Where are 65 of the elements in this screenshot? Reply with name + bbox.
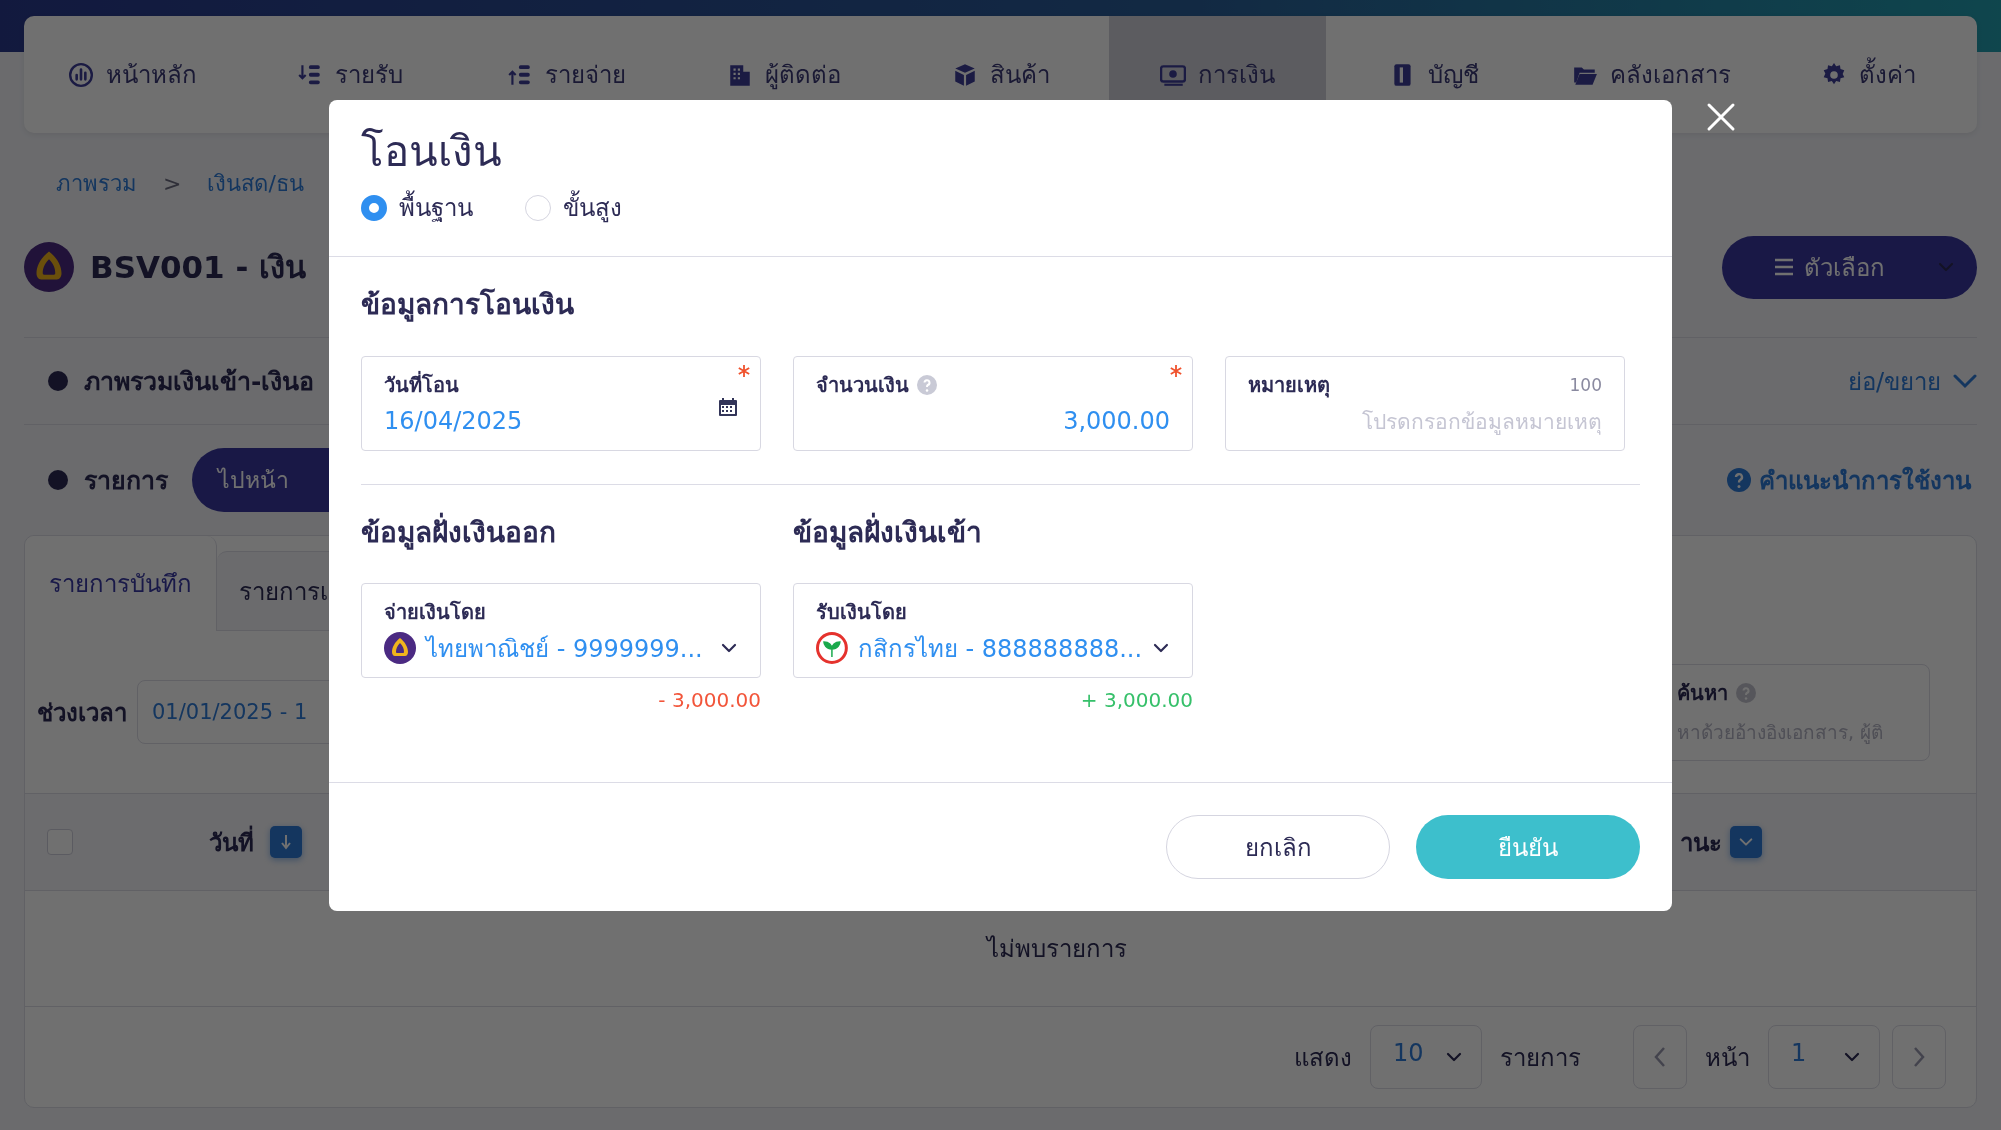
help-icon — [1736, 682, 1756, 703]
logo-icon — [384, 632, 416, 664]
field-value: 3,000.00 — [1063, 407, 1170, 435]
field-label: รับเงินโดย — [816, 599, 908, 626]
page-select[interactable]: 1 — [1768, 1025, 1880, 1089]
section-title: ข้อมูลการโอนเงิน — [361, 287, 575, 323]
column-header: านะ — [1680, 827, 1722, 859]
radio-button[interactable] — [361, 194, 387, 221]
field-value: ไทยพาณิชย์ - 9999999... — [426, 633, 703, 665]
field-label: หมายเหตุ — [1248, 372, 1330, 400]
nav-tab[interactable]: หน้าหลัก — [24, 16, 241, 133]
field-value: กสิกรไทย - 888888888... — [857, 633, 1143, 665]
calendar-icon — [718, 397, 738, 417]
pagination-label: หน้า — [1705, 1042, 1750, 1074]
chart-icon — [68, 61, 94, 88]
cancel-button[interactable]: ยกเลิก — [1166, 815, 1390, 879]
amount-text: - 3,000.00 — [657, 688, 761, 712]
chevron-left-icon — [1653, 1046, 1667, 1068]
filter-dropdown-button[interactable] — [1730, 826, 1762, 858]
account-title: BSV001 - เงิน — [90, 248, 307, 287]
amount-text: + 3,000.00 — [1079, 688, 1193, 712]
help-icon — [917, 375, 937, 395]
logo-icon — [24, 242, 74, 292]
section-title: รายการ — [84, 465, 168, 497]
collapse-toggle[interactable]: ย่อ/ขยาย — [1847, 361, 1977, 401]
field-placeholder: โปรดกรอกข้อมูลหมายเหตุ — [1362, 408, 1602, 437]
character-limit: 100 — [1569, 375, 1602, 395]
note-field[interactable]: หมายเหตุ 100 โปรดกรอกข้อมูลหมายเหตุ — [1225, 356, 1625, 451]
field-label: ช่วงเวลา — [37, 697, 127, 729]
field-label: วันที่โอน — [384, 370, 459, 399]
radio-option[interactable]: พื้นฐาน — [361, 188, 473, 227]
nav-tab[interactable]: ตั้งค่า — [1760, 16, 1977, 133]
account-select[interactable]: รับเงินโดย กสิกรไทย - 888888888... — [793, 583, 1193, 678]
field-value: 16/04/2025 — [384, 407, 523, 435]
arrow-down-icon — [280, 834, 292, 850]
breadcrumb-link[interactable]: ภาพรวม — [56, 165, 137, 201]
help-icon — [1727, 468, 1751, 492]
pagination-label: แสดง — [1294, 1042, 1352, 1074]
bullet-dot — [48, 470, 68, 490]
confirm-button[interactable]: ยืนยัน — [1416, 815, 1640, 879]
field-label: จำนวนเงิน — [816, 372, 909, 399]
options-button[interactable]: ตัวเลือก — [1722, 235, 1977, 299]
section-title: ภาพรวมเงินเข้า-เงินอ — [84, 366, 315, 398]
pagination-label: รายการ — [1500, 1042, 1581, 1074]
breadcrumb-separator: > — [163, 170, 182, 196]
previous-page-button[interactable] — [1633, 1025, 1687, 1089]
next-page-button[interactable] — [1892, 1025, 1946, 1089]
breadcrumb-link[interactable]: เงินสด/ธน — [207, 165, 304, 201]
help-link[interactable]: คำแนะนำการใช้งาน — [1727, 460, 1971, 500]
empty-message: ไม่พบรายการ — [986, 934, 1127, 965]
field-label: ค้นหา — [1677, 679, 1728, 707]
chevron-right-icon — [1912, 1046, 1926, 1068]
date-field[interactable]: วันที่โอน 16/04/2025 — [361, 356, 761, 451]
bullet-dot — [48, 371, 68, 391]
page-select[interactable]: 10 — [1370, 1025, 1482, 1089]
account-select[interactable]: จ่ายเงินโดย ไทยพาณิชย์ - 9999999... — [361, 583, 761, 678]
chevron-down-icon — [1953, 373, 1977, 389]
radio-option[interactable]: ขั้นสูง — [525, 188, 622, 227]
close-button[interactable] — [1706, 102, 1736, 132]
menu-icon — [1774, 258, 1794, 276]
sort-button[interactable] — [270, 826, 302, 858]
amount-field[interactable]: จำนวนเงิน 3,000.00 — [793, 356, 1193, 451]
dialog-title: โอนเงิน — [361, 126, 503, 178]
column-header: วันที่ — [209, 822, 254, 862]
logo-icon — [816, 632, 848, 664]
